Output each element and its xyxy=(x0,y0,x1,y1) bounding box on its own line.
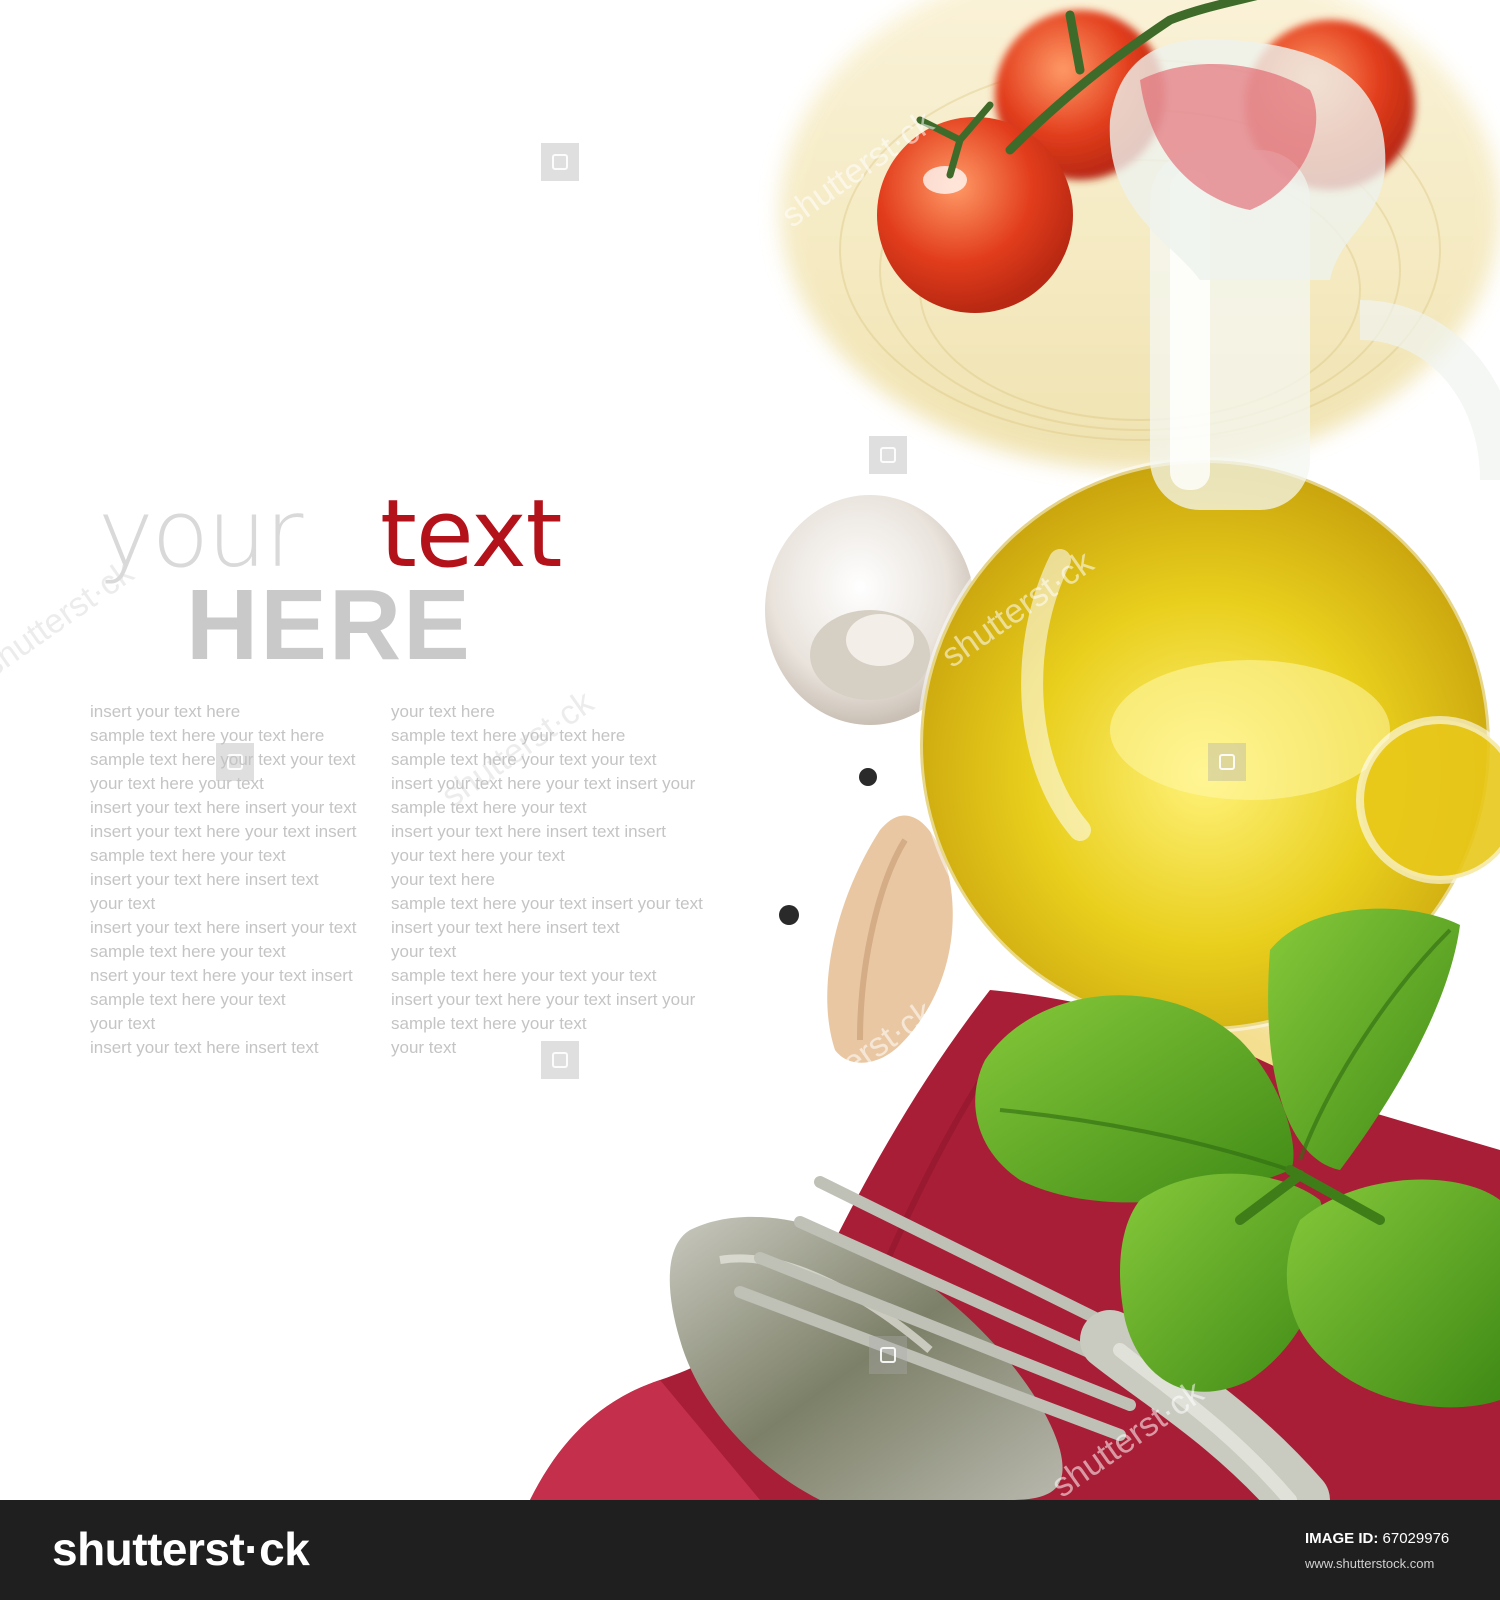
text-line: sample text here your text xyxy=(90,846,286,865)
placeholder-text-column-right: your text here sample text here your tex… xyxy=(391,700,721,1060)
text-line: sample text here your text here xyxy=(90,726,325,745)
text-line: sample text here your text your text xyxy=(391,966,657,985)
watermark-tile-icon xyxy=(541,143,579,181)
text-line: sample text here your text xyxy=(90,990,286,1009)
text-line: sample text here your text xyxy=(391,798,587,817)
brand-logo: shutterst·ck xyxy=(52,1523,310,1575)
watermark-tile-icon xyxy=(1208,743,1246,781)
text-line: your text xyxy=(391,942,457,961)
image-id: IMAGE ID: 67029976 xyxy=(1305,1530,1449,1547)
text-line: your text here xyxy=(391,702,495,721)
text-line: insert your text here insert text xyxy=(90,870,319,889)
placeholder-text-column-left: insert your text here sample text here y… xyxy=(90,700,390,1060)
text-line: insert your text here your text insert y… xyxy=(391,990,696,1009)
text-line: sample text here your text xyxy=(391,1014,587,1033)
text-line: sample text here your text insert your t… xyxy=(391,894,703,913)
text-line: your text here your text xyxy=(391,846,565,865)
watermark-tile-icon xyxy=(869,1336,907,1374)
text-line: insert your text here insert text xyxy=(90,1038,319,1057)
text-line: insert your text here insert your text xyxy=(90,918,357,937)
text-line: your text here your text xyxy=(90,774,264,793)
text-line: insert your text here xyxy=(90,702,241,721)
text-line: your text here xyxy=(391,870,495,889)
text-line: sample text here your text your text xyxy=(90,750,356,769)
text-line: your text xyxy=(90,894,156,913)
text-line: nsert your text here your text insert xyxy=(90,966,353,985)
text-line: insert your text here your text insert y… xyxy=(391,774,696,793)
text-line: your text xyxy=(391,1038,457,1057)
text-line: insert your text here insert text insert xyxy=(391,822,666,841)
text-line: your text xyxy=(90,1014,156,1033)
stock-footer-bar: shutterst·ck IMAGE ID: 67029976 www.shut… xyxy=(0,1500,1500,1600)
text-line: sample text here your text here xyxy=(391,726,626,745)
watermark-tile-icon xyxy=(869,436,907,474)
image-id-label: IMAGE ID: xyxy=(1305,1530,1379,1547)
site-url: www.shutterstock.com xyxy=(1305,1556,1435,1571)
image-id-value: 67029976 xyxy=(1382,1530,1450,1547)
headline: your text HERE xyxy=(98,480,658,680)
text-line: insert your text here insert text xyxy=(391,918,620,937)
headline-word-here: HERE xyxy=(186,569,472,681)
text-line: insert your text here your text insert xyxy=(90,822,357,841)
text-line: sample text here your text your text xyxy=(391,750,657,769)
text-line: insert your text here insert your text xyxy=(90,798,357,817)
text-line: sample text here your text xyxy=(90,942,286,961)
